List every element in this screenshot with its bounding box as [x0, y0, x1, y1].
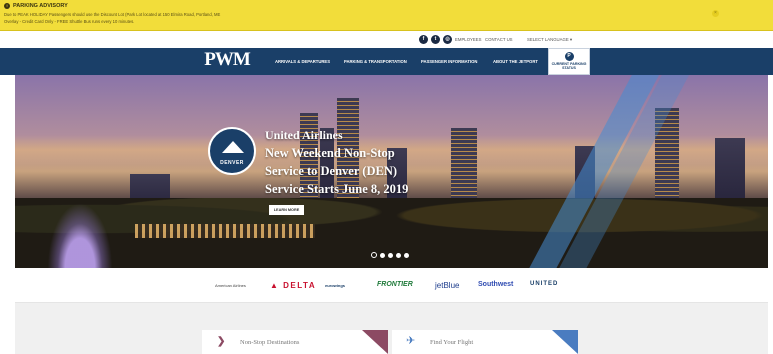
instagram-icon[interactable]: ◎: [443, 35, 452, 44]
card-accent-triangle: [552, 330, 578, 354]
carousel-dot-1[interactable]: [371, 252, 377, 258]
delta-logo-text: DELTA: [283, 281, 317, 290]
united-logo[interactable]: UNITED: [530, 281, 558, 287]
plane-icon: ✈: [406, 335, 416, 347]
logo-text: PWM: [204, 49, 251, 70]
card-accent-triangle: [362, 330, 388, 354]
find-your-flight-card[interactable]: ✈ Find Your Flight: [392, 330, 578, 354]
hero-building-lights: [135, 224, 315, 238]
hero-carousel: DENVER United Airlines New Weekend Non-S…: [15, 75, 768, 268]
parking-advisory-banner: ! PARKING ADVISORY Due to PEAK HOLIDAY P…: [0, 0, 773, 31]
frontier-logo[interactable]: FRONTIER: [377, 281, 413, 288]
denver-badge: DENVER: [208, 127, 256, 175]
carousel-dot-3[interactable]: [388, 252, 393, 258]
nav-parking-transportation[interactable]: PARKING & TRANSPORTATION: [344, 59, 407, 64]
hero-line-1: United Airlines: [265, 128, 343, 142]
hero-fountain: [45, 198, 115, 268]
carousel-dots: [371, 251, 421, 259]
learn-more-button[interactable]: LEARN MORE: [269, 205, 304, 215]
facebook-icon[interactable]: f: [419, 35, 428, 44]
nav-about-the-jetport[interactable]: ABOUT THE JETPORT: [493, 59, 538, 64]
jetblue-logo[interactable]: jetBlue: [435, 281, 459, 290]
select-language-dropdown[interactable]: SELECT LANGUAGE ▾: [527, 37, 572, 43]
advisory-title: ! PARKING ADVISORY: [4, 3, 68, 9]
eurowings-logo[interactable]: eurowings: [325, 283, 345, 288]
parking-icon: P: [564, 52, 574, 61]
mountain-icon: [222, 141, 244, 153]
advisory-text-line-1: Due to PEAK HOLIDAY Passengers should us…: [4, 12, 221, 17]
parking-status-label: CURRENT PARKING STATUS: [551, 62, 587, 70]
carousel-dot-5[interactable]: [404, 252, 409, 258]
hero-line-2: New Weekend Non-Stop: [265, 146, 395, 160]
advisory-text-line-2: Overlay - Credit Card Only - FREE Shuttl…: [4, 19, 135, 24]
nav-passenger-information[interactable]: PASSENGER INFORMATION: [421, 59, 477, 64]
delta-logo[interactable]: ▲ DELTA: [270, 281, 316, 290]
close-advisory-icon[interactable]: ×: [712, 10, 719, 17]
hero-line-3: Service to Denver (DEN): [265, 164, 398, 178]
utility-bar: f t ◎ EMPLOYEES CONTACT US SELECT LANGUA…: [0, 31, 773, 48]
main-navigation: PWM Portland International Jetport ARRIV…: [0, 48, 773, 80]
current-parking-status-button[interactable]: P CURRENT PARKING STATUS: [548, 48, 590, 75]
warning-icon: !: [4, 3, 10, 9]
hero-line-4: Service Starts June 8, 2019: [265, 182, 409, 196]
hero-headline: United Airlines New Weekend Non-Stop Ser…: [265, 126, 465, 198]
twitter-icon[interactable]: t: [431, 35, 440, 44]
pwm-logo[interactable]: PWM Portland International Jetport: [202, 49, 252, 80]
contact-us-link[interactable]: CONTACT US: [485, 37, 513, 42]
card-label: Non-Stop Destinations: [240, 339, 300, 346]
advisory-title-text: PARKING ADVISORY: [13, 3, 68, 9]
chevron-right-icon: ❯: [217, 336, 226, 347]
nav-arrivals-departures[interactable]: ARRIVALS & DEPARTURES: [275, 59, 330, 64]
carousel-dot-2[interactable]: [380, 252, 385, 258]
non-stop-destinations-card[interactable]: ❯ Non-Stop Destinations: [202, 330, 388, 354]
card-label: Find Your Flight: [430, 339, 474, 346]
carousel-dot-4[interactable]: [396, 252, 401, 258]
badge-text: DENVER: [220, 160, 244, 166]
employees-link[interactable]: EMPLOYEES: [455, 37, 482, 42]
airline-logos-bar: American Airlines ▲ DELTA eurowings FRON…: [15, 270, 768, 303]
american-airlines-logo[interactable]: American Airlines: [215, 283, 246, 288]
southwest-logo[interactable]: Southwest: [478, 281, 513, 288]
